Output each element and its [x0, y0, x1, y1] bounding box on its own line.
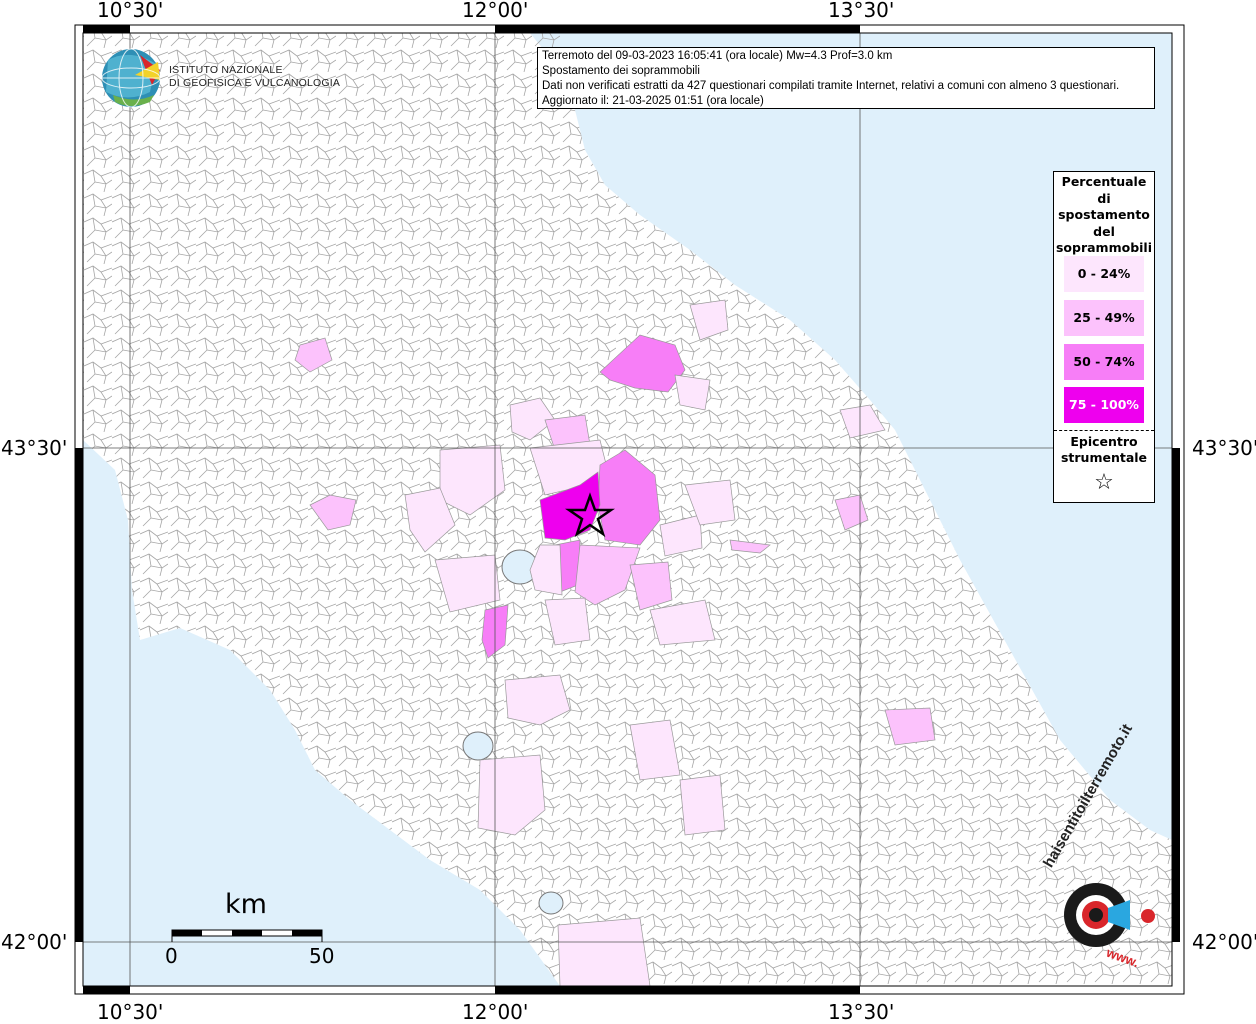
epicenter-label-line: strumentale: [1060, 450, 1148, 465]
lon-label-bottom-3: 13°30': [828, 1000, 895, 1024]
institute-name: ISTITUTO NAZIONALE DI GEOFISICA E VULCAN…: [169, 64, 340, 90]
globe-icon: [101, 48, 161, 108]
legend-title-line: del: [1093, 223, 1115, 239]
legend-item-25-49: 25 - 49%: [1064, 300, 1144, 336]
legend-item-0-24: 0 - 24%: [1064, 256, 1144, 292]
institute-line-2: DI GEOFISICA E VULCANOLOGIA: [169, 77, 341, 89]
lon-label-bottom-2: 12°00': [462, 1000, 529, 1024]
lon-label-top-2: 12°00': [462, 0, 529, 22]
lat-label-right-2: 42°00': [1192, 930, 1256, 954]
lake-bolsena: [462, 731, 494, 761]
map[interactable]: [0, 0, 1256, 1024]
legend-separator: [1054, 430, 1154, 431]
scale-unit: km: [225, 889, 267, 920]
lat-label-right-1: 43°30': [1192, 436, 1256, 460]
lon-label-bottom-1: 10°30': [97, 1000, 164, 1024]
legend-title-line: di: [1097, 190, 1111, 206]
legend-title: Percentuale di spostamento del soprammob…: [1054, 174, 1154, 257]
scale-max: 50: [309, 944, 335, 968]
lake-bracciano: [538, 891, 564, 915]
lon-label-top-1: 10°30': [97, 0, 164, 22]
epicenter-legend-star-icon: ☆: [1094, 470, 1114, 495]
parameter-line: Spostamento dei soprammobili: [542, 65, 700, 77]
legend-title-line: Percentuale: [1061, 174, 1147, 189]
lat-label-left-2: 42°00': [1, 930, 68, 954]
lat-label-left-1: 43°30': [1, 436, 68, 460]
epicenter-label: Epicentro strumentale: [1054, 434, 1154, 466]
legend-title-line: spostamento: [1058, 207, 1150, 222]
epicenter-label-line: Epicentro: [1070, 434, 1138, 449]
updated-line: Aggiornato il: 21-03-2025 01:51 (ora loc…: [542, 95, 764, 107]
event-line: Terremoto del 09-03-2023 16:05:41 (ora l…: [542, 50, 893, 62]
data-source-line: Dati non verificati estratti da 427 ques…: [542, 80, 1120, 92]
scale-min: 0: [165, 944, 178, 968]
lon-label-top-3: 13°30': [828, 0, 895, 22]
legend-title-line: soprammobili: [1055, 240, 1152, 255]
legend-item-75-100: 75 - 100%: [1064, 387, 1144, 423]
institute-line-1: ISTITUTO NAZIONALE: [169, 64, 283, 76]
legend: Percentuale di spostamento del soprammob…: [1053, 171, 1155, 503]
event-info-box: Terremoto del 09-03-2023 16:05:41 (ora l…: [537, 47, 1155, 109]
legend-item-50-74: 50 - 74%: [1064, 344, 1144, 380]
